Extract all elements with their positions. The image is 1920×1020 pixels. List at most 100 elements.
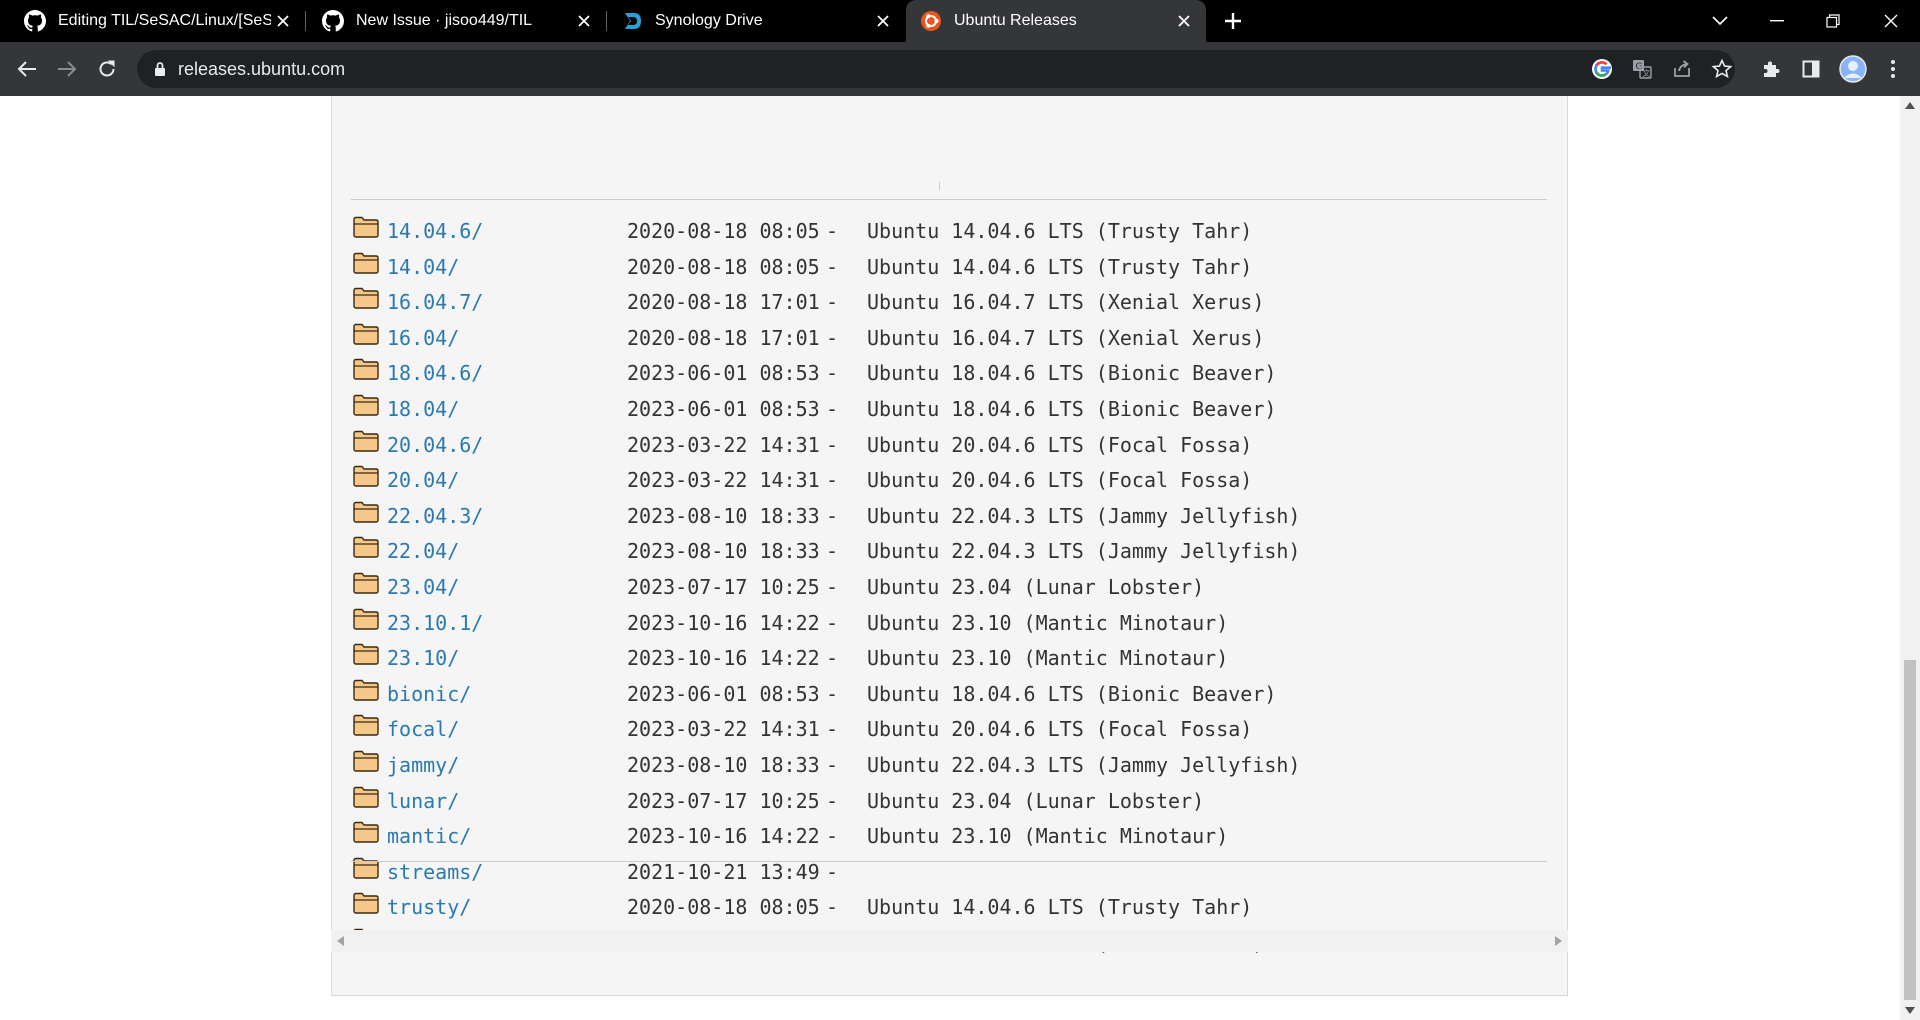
scroll-up-arrow-icon[interactable] — [1900, 96, 1920, 116]
release-description: Ubuntu 20.04.6 LTS (Focal Fossa) — [867, 433, 1253, 457]
file-size: - — [826, 361, 839, 385]
directory-link[interactable]: 18.04.6/ — [387, 361, 483, 385]
synology-drive-icon — [621, 10, 643, 32]
directory-link[interactable]: streams/ — [387, 860, 483, 884]
restore-button[interactable] — [1810, 0, 1856, 42]
forward-button[interactable] — [50, 52, 84, 86]
file-size: - — [826, 824, 839, 848]
modified-date: 2023-10-16 14:22 — [627, 646, 820, 670]
tab-ubuntu-releases[interactable]: Ubuntu Releases — [906, 0, 1206, 42]
file-size: - — [826, 860, 839, 884]
folder-icon — [353, 501, 379, 523]
file-size: - — [826, 504, 839, 528]
file-size: - — [826, 219, 839, 243]
tab-new-issue[interactable]: New Issue · jisoo449/TIL — [306, 0, 606, 42]
folder-icon — [353, 536, 379, 558]
close-tab-icon[interactable] — [572, 9, 596, 33]
restore-icon — [1826, 14, 1840, 28]
release-description: Ubuntu 22.04.3 LTS (Jammy Jellyfish) — [867, 504, 1301, 528]
close-window-button[interactable] — [1866, 0, 1916, 42]
close-tab-icon[interactable] — [871, 9, 895, 33]
directory-link[interactable]: 20.04.6/ — [387, 433, 483, 457]
release-description: Ubuntu 14.04.6 LTS (Trusty Tahr) — [867, 895, 1253, 919]
github-icon — [322, 10, 344, 32]
close-tab-icon[interactable] — [1172, 9, 1196, 33]
chevron-down-icon — [1712, 16, 1728, 26]
listing-row: 16.04/2020-08-18 17:01- Ubuntu 16.04.7 LT… — [332, 322, 1562, 352]
menu-button[interactable] — [1876, 52, 1910, 86]
directory-link[interactable]: 22.04/ — [387, 539, 459, 563]
side-panel-button[interactable] — [1794, 52, 1828, 86]
scroll-left-arrow-icon[interactable] — [331, 930, 351, 952]
minimize-button[interactable] — [1754, 0, 1800, 42]
modified-date: 2021-10-21 13:49 — [627, 860, 820, 884]
listing-row: jammy/2023-08-10 18:33- Ubuntu 22.04.3 LT… — [332, 749, 1562, 779]
directory-link[interactable]: jammy/ — [387, 753, 459, 777]
close-icon — [1884, 14, 1898, 28]
svg-text:文: 文 — [1642, 68, 1650, 78]
new-tab-button[interactable] — [1215, 0, 1251, 42]
reload-button[interactable] — [90, 52, 124, 86]
directory-link[interactable]: focal/ — [387, 717, 459, 741]
tab-title: Synology Drive — [655, 12, 763, 29]
directory-link[interactable]: 14.04.6/ — [387, 219, 483, 243]
arrow-left-icon — [17, 61, 36, 77]
modified-date: 2023-03-22 14:31 — [627, 468, 820, 492]
folder-icon — [353, 394, 379, 416]
directory-link[interactable]: 23.10.1/ — [387, 611, 483, 635]
folder-icon — [353, 608, 379, 630]
listing-row: 16.04.7/2020-08-18 17:01- Ubuntu 16.04.7 … — [332, 286, 1562, 316]
directory-link[interactable]: bionic/ — [387, 682, 471, 706]
translate-icon[interactable]: G文 — [1629, 56, 1655, 82]
listing-row: bionic/2023-06-01 08:53- Ubuntu 18.04.6 L… — [332, 678, 1562, 708]
vertical-scrollbar[interactable] — [1900, 96, 1920, 1020]
release-description: Ubuntu 22.04.3 LTS (Jammy Jellyfish) — [867, 753, 1301, 777]
scroll-right-arrow-icon[interactable] — [1548, 930, 1568, 952]
tab-editing-til[interactable]: Editing TIL/SeSAC/Linux/[SeSAC — [0, 0, 305, 42]
close-tab-icon[interactable] — [271, 9, 295, 33]
directory-link[interactable]: trusty/ — [387, 895, 471, 919]
scroll-down-arrow-icon[interactable] — [1900, 1000, 1920, 1020]
back-button[interactable] — [10, 52, 44, 86]
modified-date: 2020-08-18 17:01 — [627, 290, 820, 314]
folder-icon — [353, 821, 379, 843]
share-icon[interactable] — [1669, 56, 1695, 82]
directory-link[interactable]: 22.04.3/ — [387, 504, 483, 528]
modified-date: 2020-08-18 08:05 — [627, 219, 820, 243]
extensions-button[interactable] — [1754, 52, 1788, 86]
profile-avatar[interactable] — [1836, 52, 1870, 86]
ubuntu-icon — [920, 10, 942, 32]
google-icon[interactable] — [1589, 56, 1615, 82]
release-description: Ubuntu 16.04.7 LTS (Xenial Xerus) — [867, 290, 1265, 314]
bookmark-star-icon[interactable] — [1709, 56, 1735, 82]
lock-icon[interactable] — [147, 56, 173, 82]
page-viewport[interactable]: 14.04.6/2020-08-18 08:05- Ubuntu 14.04.6 … — [0, 96, 1900, 1020]
directory-link[interactable]: 23.04/ — [387, 575, 459, 599]
directory-link[interactable]: 18.04/ — [387, 397, 459, 421]
tab-search-button[interactable] — [1700, 0, 1740, 42]
listing-row: focal/2023-03-22 14:31- Ubuntu 20.04.6 LT… — [332, 713, 1562, 743]
directory-link[interactable]: 16.04.7/ — [387, 290, 483, 314]
folder-icon — [353, 465, 379, 487]
folder-icon — [353, 216, 379, 238]
listing-row: 14.04/2020-08-18 08:05- Ubuntu 14.04.6 LT… — [332, 251, 1562, 281]
address-bar[interactable]: releases.ubuntu.com G文 — [137, 50, 1735, 88]
directory-link[interactable]: mantic/ — [387, 824, 471, 848]
directory-link[interactable]: 20.04/ — [387, 468, 459, 492]
tab-synology-drive[interactable]: Synology Drive — [607, 0, 905, 42]
url-text[interactable]: releases.ubuntu.com — [178, 59, 345, 80]
directory-link[interactable]: 23.10/ — [387, 646, 459, 670]
directory-link[interactable]: lunar/ — [387, 789, 459, 813]
file-size: - — [826, 611, 839, 635]
modified-date: 2023-03-22 14:31 — [627, 717, 820, 741]
modified-date: 2020-08-18 08:05 — [627, 255, 820, 279]
directory-link[interactable]: 16.04/ — [387, 326, 459, 350]
listing-row: 23.10/2023-10-16 14:22- Ubuntu 23.10 (Man… — [332, 642, 1562, 672]
release-description: Ubuntu 23.10 (Mantic Minotaur) — [867, 611, 1229, 635]
folder-icon — [353, 679, 379, 701]
folder-icon — [353, 430, 379, 452]
folder-icon — [353, 714, 379, 736]
directory-link[interactable]: 14.04/ — [387, 255, 459, 279]
horizontal-scrollbar[interactable] — [331, 930, 1568, 952]
scrollbar-thumb[interactable] — [1904, 660, 1916, 1000]
